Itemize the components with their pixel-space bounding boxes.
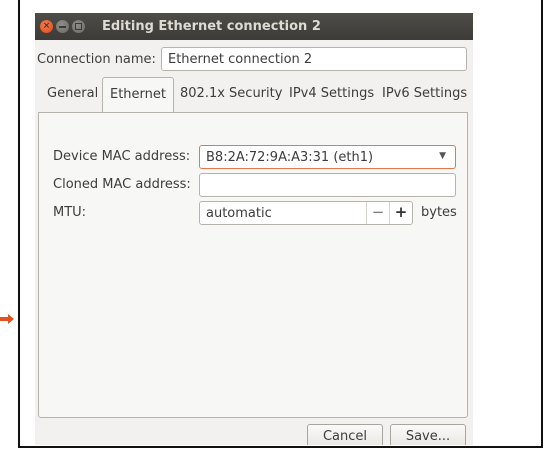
device-mac-dropdown[interactable]: B8:2A:72:9A:A3:31 (eth1) ▼ — [199, 145, 456, 169]
mtu-value: automatic — [206, 206, 272, 221]
close-icon[interactable]: × — [40, 20, 53, 33]
mtu-label: MTU: — [53, 205, 87, 220]
tab-general[interactable]: General — [47, 86, 98, 101]
window-title: Editing Ethernet connection 2 — [102, 19, 321, 34]
device-mac-label: Device MAC address: — [53, 149, 191, 164]
tab-ipv6-settings[interactable]: IPv6 Settings — [382, 86, 467, 101]
tab-802-1x-security[interactable]: 802.1x Security — [180, 86, 282, 101]
maximize-icon[interactable] — [72, 20, 85, 33]
cancel-button[interactable]: Cancel — [307, 424, 383, 445]
mtu-increment-button[interactable]: + — [389, 202, 412, 224]
tab-bar: General Ethernet 802.1x Security IPv4 Se… — [35, 77, 473, 114]
window-titlebar[interactable]: × Editing Ethernet connection 2 — [35, 13, 473, 40]
connection-name-label: Connection name: — [37, 52, 156, 67]
cloned-mac-label: Cloned MAC address: — [53, 177, 191, 192]
minimize-icon[interactable] — [56, 20, 69, 33]
ethernet-tab-panel: Device MAC address: B8:2A:72:9A:A3:31 (e… — [38, 112, 468, 418]
device-mac-value: B8:2A:72:9A:A3:31 (eth1) — [206, 150, 374, 165]
tab-ipv4-settings[interactable]: IPv4 Settings — [289, 86, 374, 101]
editing-connection-window: × Editing Ethernet connection 2 Connecti… — [35, 13, 473, 445]
mtu-units: bytes — [421, 205, 457, 220]
mtu-decrement-button[interactable]: − — [366, 202, 389, 224]
tab-ethernet[interactable]: Ethernet — [102, 77, 174, 114]
save-button[interactable]: Save... — [390, 424, 466, 445]
chevron-down-icon[interactable]: ▼ — [439, 151, 446, 161]
mtu-spinbox[interactable]: automatic − + — [199, 201, 413, 225]
arrow-icon — [0, 314, 14, 324]
cloned-mac-input[interactable] — [199, 173, 456, 197]
connection-name-input[interactable] — [161, 47, 467, 71]
